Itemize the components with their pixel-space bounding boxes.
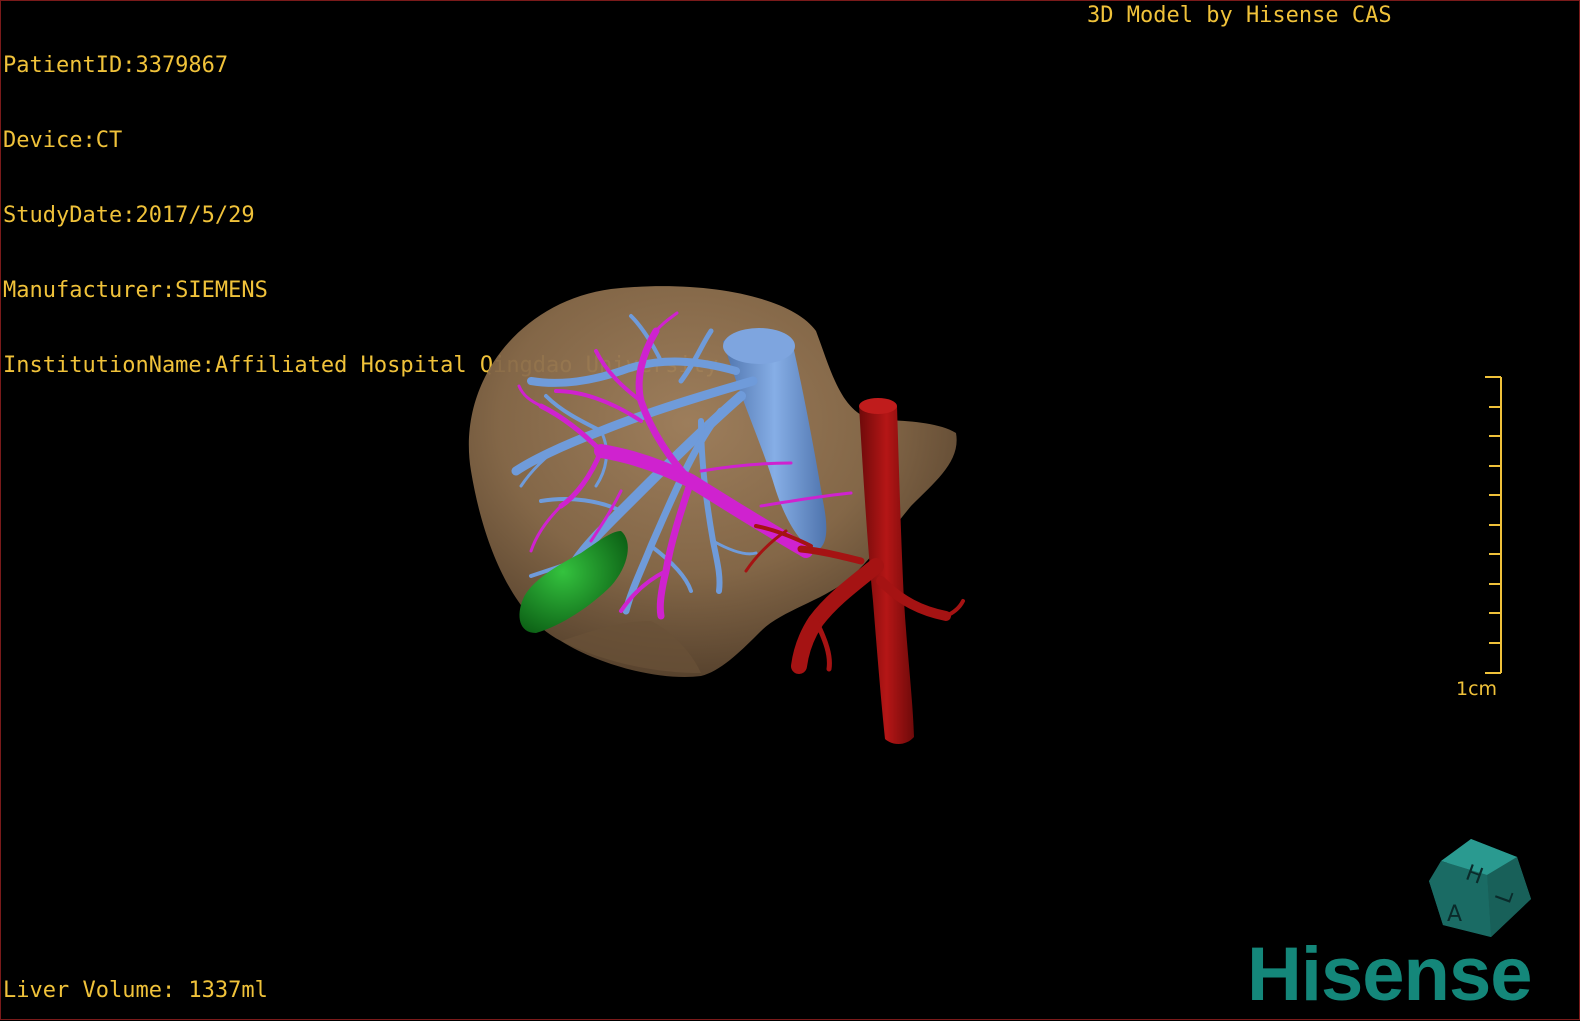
- 3d-viewport[interactable]: PatientID:3379867 Device:CT StudyDate:20…: [0, 0, 1580, 1020]
- hisense-logo: Hisense: [1247, 932, 1532, 1017]
- liver-volume: Liver Volume: 1337ml: [3, 978, 268, 1003]
- cube-face-a: A: [1447, 902, 1462, 927]
- orientation-cube[interactable]: H A L: [1427, 839, 1539, 943]
- scale-bar: 1cm: [1456, 376, 1502, 700]
- scale-bar-label: 1cm: [1456, 678, 1497, 700]
